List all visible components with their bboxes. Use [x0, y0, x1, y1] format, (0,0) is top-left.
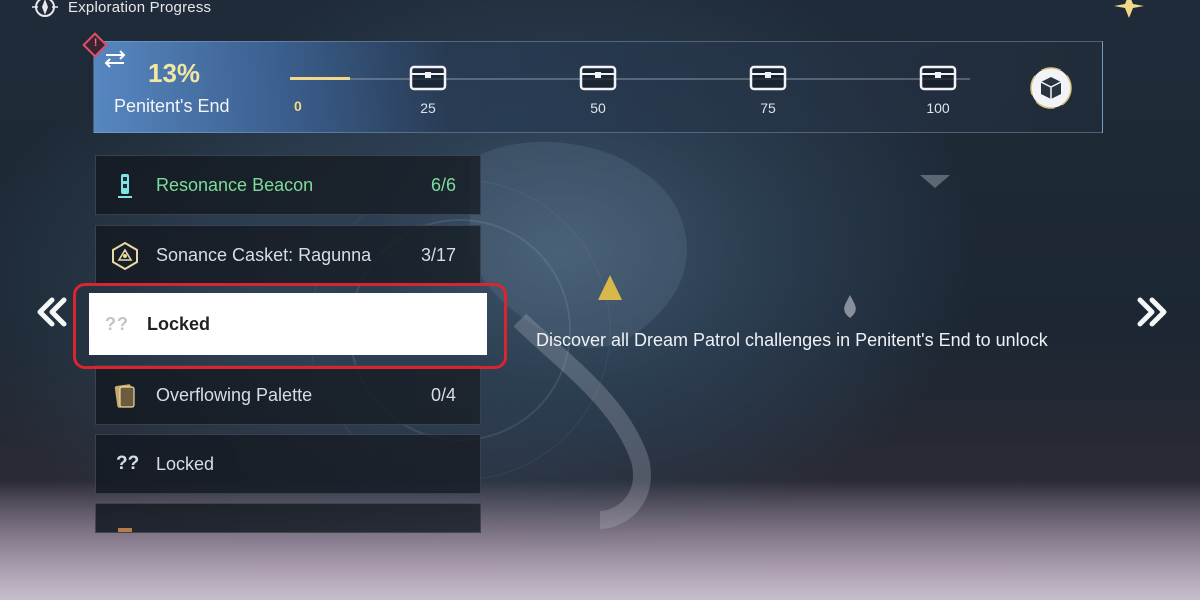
region-name: Penitent's End: [114, 96, 230, 116]
milestone-chest-75[interactable]: [748, 62, 788, 92]
progress-track: [290, 78, 970, 80]
milestone-label-25: 25: [420, 100, 436, 116]
list-item-label: Sonance Casket: Ragunna: [156, 244, 372, 265]
list-item-count: 0/4: [430, 384, 456, 405]
swap-region-icon[interactable]: [102, 50, 128, 68]
palette-icon: [114, 384, 135, 408]
milestone-chest-50[interactable]: [578, 62, 618, 92]
compass-icon: [32, 0, 58, 17]
list-item-overflowing-palette[interactable]: Overflowing Palette 0/4: [95, 365, 481, 425]
list-item-sonance-casket[interactable]: Sonance Casket: Ragunna 3/17: [95, 225, 481, 285]
milestone-label-0: 0: [294, 98, 302, 114]
chest-icon: [118, 528, 132, 532]
reward-box-icon[interactable]: [1029, 66, 1073, 110]
milestone-label-75: 75: [760, 100, 776, 116]
bottom-fade: [0, 480, 1200, 600]
screen-header: Exploration Progress: [30, 0, 211, 19]
casket-icon: [112, 241, 138, 271]
list-item-count: 3/17: [420, 244, 456, 265]
list-item-locked[interactable]: ?? Locked: [95, 434, 481, 494]
list-item-count: 6/6: [430, 174, 456, 195]
chest-icon: [749, 65, 787, 91]
milestone-chest-25[interactable]: [408, 62, 448, 92]
alert-mark: !: [93, 36, 98, 49]
beacon-icon: [118, 174, 132, 198]
star-icon[interactable]: [1112, 0, 1146, 20]
chest-icon: [409, 65, 447, 91]
progress-percent: 13%: [148, 58, 201, 88]
milestone-label-100: 100: [926, 100, 950, 116]
milestone-chest-100[interactable]: [918, 62, 958, 92]
list-item-label: Resonance Beacon: [156, 174, 314, 195]
list-item-resonance-beacon[interactable]: Resonance Beacon 6/6: [95, 155, 481, 215]
screen-title: Exploration Progress: [68, 0, 212, 16]
list-item-partial[interactable]: [95, 503, 481, 533]
selection-highlight-ring: [73, 283, 507, 369]
list-item-label: Overflowing Palette: [156, 384, 313, 405]
previous-region-icon[interactable]: [34, 296, 70, 328]
unlock-hint: Discover all Dream Patrol challenges in …: [536, 330, 1048, 350]
chest-icon: [579, 65, 617, 91]
exploration-banner: ! 13% Penitent's End 0 25 50 75 100: [82, 32, 1103, 133]
list-item-label: Locked: [156, 453, 215, 474]
next-region-icon[interactable]: [1134, 296, 1170, 328]
question-icon: ??: [116, 453, 140, 474]
milestone-label-50: 50: [590, 100, 606, 116]
chest-icon: [919, 65, 957, 91]
progress-fill: [290, 77, 350, 80]
